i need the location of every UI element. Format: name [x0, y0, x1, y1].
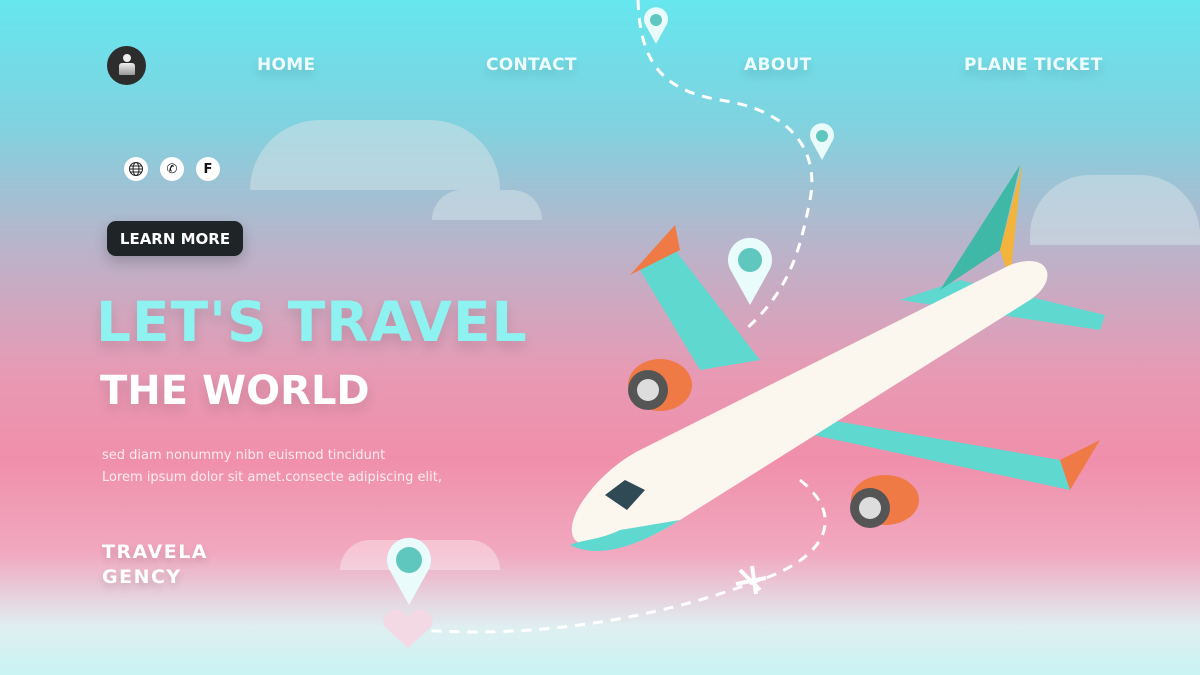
hero-body-line: sed diam nonummy nibn euismod tincidunt — [102, 448, 386, 463]
nav-plane-ticket[interactable]: PLANE TICKET — [964, 55, 1103, 75]
small-plane-icon — [735, 565, 767, 595]
location-pin-icon — [387, 537, 431, 605]
location-pin-icon — [644, 7, 668, 44]
hero-body-line: Lorem ipsum dolor sit amet.consecte adip… — [102, 470, 442, 485]
nav-contact[interactable]: CONTACT — [486, 55, 577, 75]
globe-icon[interactable] — [124, 157, 148, 181]
facebook-icon[interactable]: F — [196, 157, 220, 181]
hero-title: LET'S TRAVEL — [96, 290, 528, 354]
nav-about[interactable]: ABOUT — [744, 55, 811, 75]
nav-home[interactable]: HOME — [257, 55, 315, 75]
user-avatar[interactable] — [107, 46, 146, 85]
hero-subtitle: THE WORLD — [100, 368, 370, 414]
learn-more-button[interactable]: LEARN MORE — [107, 221, 243, 256]
brand-name-line: TRAVELA — [102, 541, 209, 563]
heart-icon — [383, 609, 433, 648]
airplane-illustration — [570, 165, 1105, 551]
brand-name-line: GENCY — [102, 566, 182, 588]
phone-icon[interactable]: ✆ — [160, 157, 184, 181]
location-pin-icon — [728, 237, 773, 305]
user-icon — [123, 54, 131, 62]
travel-landing-page: HOME CONTACT ABOUT PLANE TICKET ✆ F LEAR… — [0, 0, 1200, 675]
location-pin-icon — [810, 123, 834, 160]
